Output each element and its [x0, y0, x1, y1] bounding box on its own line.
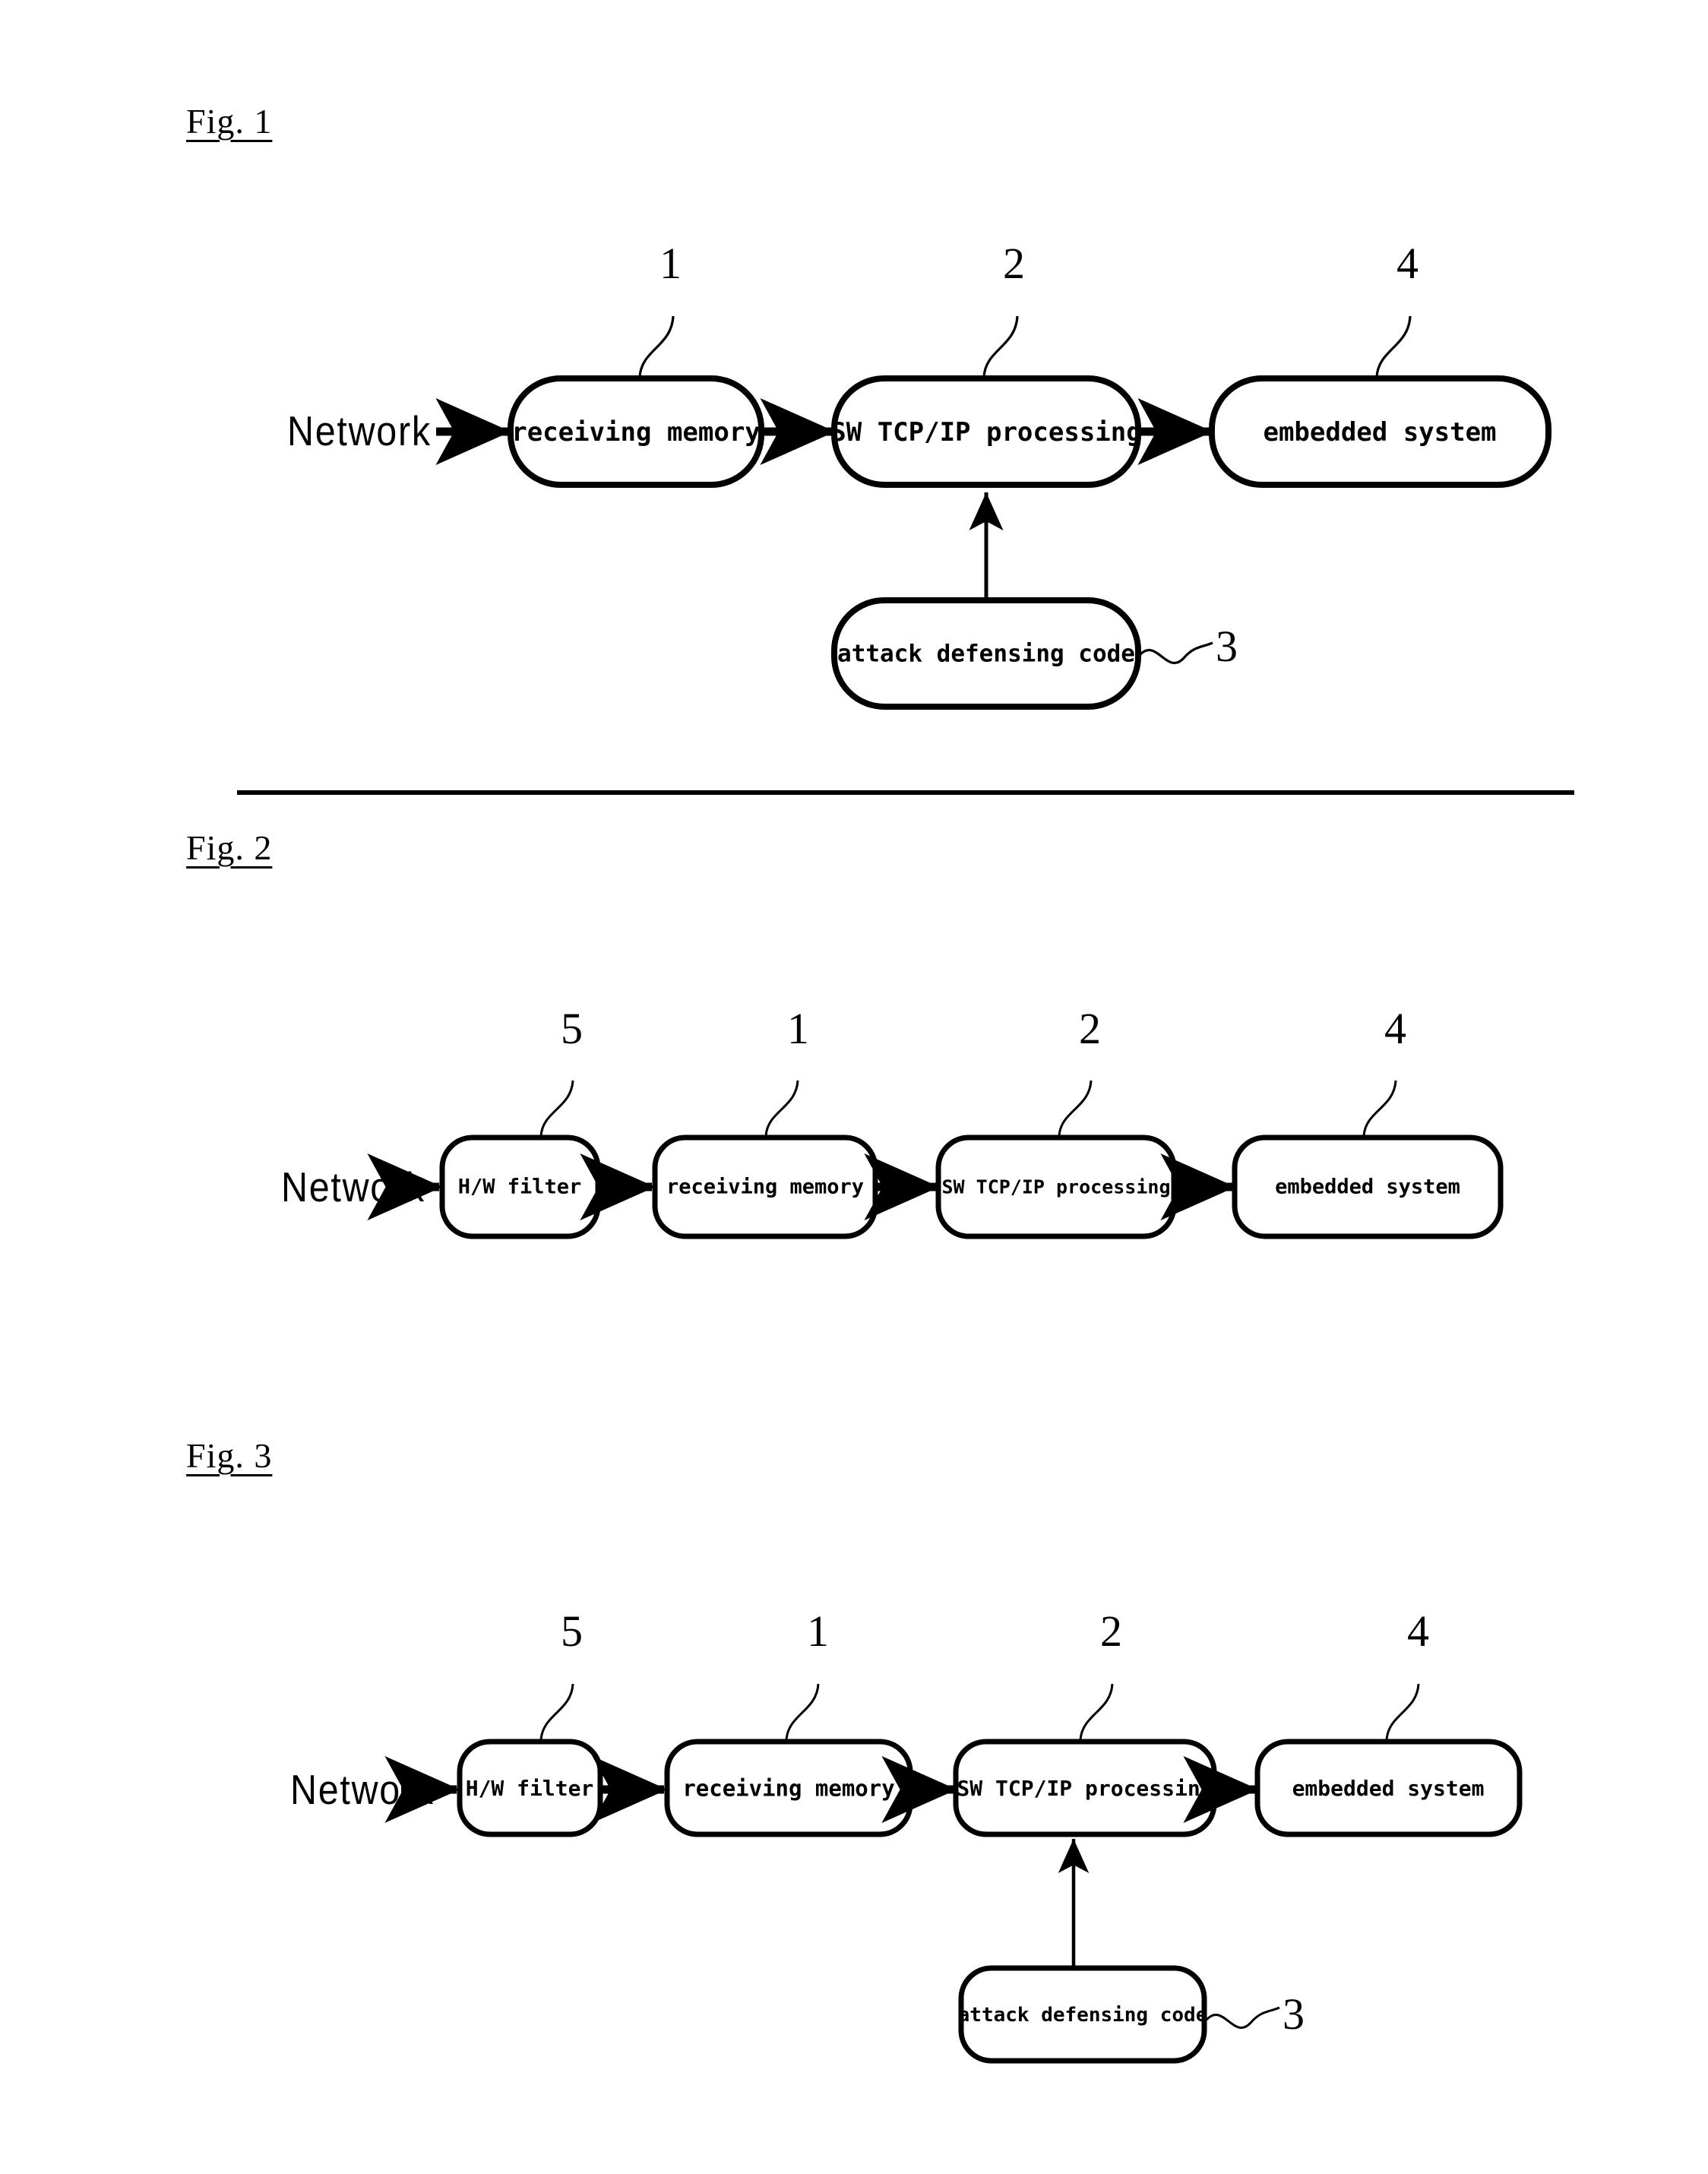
- fig1-caption: Fig. 1: [186, 102, 273, 141]
- fig3-label-attack-defensing-code: attack defensing code: [957, 2004, 1208, 2027]
- fig2-caption: Fig. 2: [186, 828, 273, 867]
- fig3-caption: Fig. 3: [186, 1436, 273, 1475]
- fig2-label-sw-tcpip: SW TCP/IP processing: [941, 1176, 1171, 1198]
- fig1-ref-1: 1: [659, 239, 682, 288]
- fig3-label-receiving-memory: receiving memory: [682, 1775, 895, 1802]
- fig3-ref-1: 1: [807, 1606, 829, 1656]
- fig3-ref-5: 5: [561, 1606, 583, 1656]
- fig3-ref-3: 3: [1283, 1989, 1305, 2039]
- fig1-ref-2: 2: [1003, 239, 1025, 288]
- fig3-label-embedded-system: embedded system: [1292, 1776, 1485, 1801]
- fig2-ref-5: 5: [561, 1004, 583, 1053]
- fig2-leader-1: [764, 1080, 799, 1137]
- diagram-canvas: [237, 315, 1574, 2064]
- fig1-leader-3: [1138, 641, 1213, 665]
- fig3-leader-4: [1385, 1683, 1420, 1741]
- fig1-label-attack-defensing-code: attack defensing code: [837, 640, 1135, 668]
- drawing-sheet: Fig. 1 Network 1 2 4 3 receiving memory …: [0, 0, 1708, 2174]
- fig3-network-label: Network: [290, 1766, 435, 1813]
- fig1-label-receiving-memory: receiving memory: [511, 417, 761, 448]
- fig2-ref-1: 1: [787, 1004, 809, 1053]
- fig2-leader-5: [539, 1080, 574, 1137]
- fig2-network-label: Network: [281, 1163, 425, 1210]
- fig2-label-receiving-memory: receiving memory: [666, 1175, 865, 1199]
- fig3-label-sw-tcpip: SW TCP/IP processing: [957, 1776, 1213, 1801]
- fig3-ref-2: 2: [1100, 1606, 1122, 1656]
- fig1-label-embedded-system: embedded system: [1263, 417, 1497, 448]
- fig1-leader-1: [638, 315, 675, 378]
- fig3-leader-1: [785, 1683, 820, 1741]
- fig3-leader-3: [1205, 2006, 1280, 2029]
- fig1-leader-2: [982, 315, 1019, 378]
- fig1-label-sw-tcpip: SW TCP/IP processing: [830, 417, 1142, 448]
- fig1-ref-3: 3: [1216, 622, 1238, 671]
- fig1-network-label: Network: [287, 407, 432, 454]
- fig2-artwork: [367, 1080, 1504, 1239]
- fig2-leader-2: [1058, 1080, 1093, 1137]
- fig2-ref-4: 4: [1384, 1004, 1406, 1053]
- fig3-leader-5: [539, 1683, 574, 1741]
- fig1-leader-4: [1375, 315, 1412, 378]
- fig2-ref-2: 2: [1079, 1004, 1101, 1053]
- fig3-ref-4: 4: [1407, 1606, 1429, 1656]
- fig3-leader-2: [1079, 1683, 1114, 1741]
- fig1-ref-4: 4: [1396, 239, 1419, 288]
- fig2-label-embedded-system: embedded system: [1275, 1175, 1460, 1199]
- fig2-leader-4: [1362, 1080, 1397, 1137]
- fig2-label-hw-filter: H/W filter: [457, 1175, 582, 1199]
- fig3-label-hw-filter: H/W filter: [465, 1776, 594, 1801]
